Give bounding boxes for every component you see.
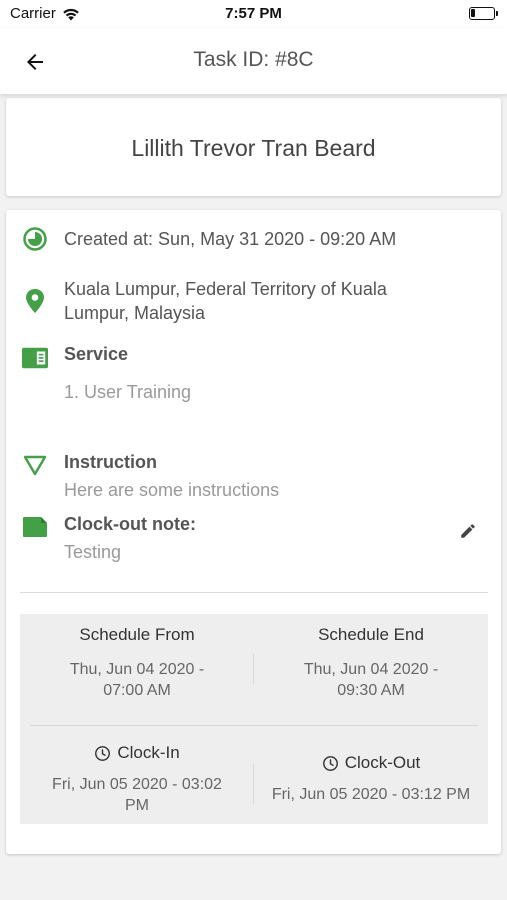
customer-card: Lillith Trevor Tran Beard [6, 98, 501, 196]
schedule-end-time: 09:30 AM [337, 682, 405, 699]
schedule-from-cell: Schedule From Thu, Jun 04 2020 - 07:00 A… [20, 624, 254, 701]
clock-in-header: Clock-In [20, 742, 254, 764]
schedule-panel: Schedule From Thu, Jun 04 2020 - 07:00 A… [20, 614, 488, 824]
clock-in-date: Fri, Jun 05 2020 - 03:02 [52, 776, 222, 793]
instruction-label: Instruction [64, 452, 157, 472]
customer-name: Lillith Trevor Tran Beard [131, 135, 376, 161]
clockout-note-row: Clock-out note: Testing [22, 512, 482, 564]
address-text: Kuala Lumpur, Federal Territory of Kuala… [64, 277, 387, 325]
schedule-end-value: Thu, Jun 04 2020 - 09:30 AM [254, 659, 488, 701]
schedule-end-date: Thu, Jun 04 2020 - [303, 661, 439, 678]
clock-icon [95, 745, 111, 761]
clock-in-cell: Clock-In Fri, Jun 05 2020 - 03:02 PM [20, 742, 254, 816]
service-label: Service [64, 344, 129, 364]
status-bar: Carrier 7:57 PM [0, 0, 507, 28]
address-line-2: Lumpur, Malaysia [64, 303, 206, 323]
schedule-end-cell: Schedule End Thu, Jun 04 2020 - 09:30 AM [254, 624, 488, 701]
address-line-1: Kuala Lumpur, Federal Territory of Kuala [64, 279, 387, 299]
section-divider [20, 592, 488, 593]
clock-out-cell: Clock-Out Fri, Jun 05 2020 - 03:12 PM [254, 752, 488, 805]
task-details-card: Created at: Sun, May 31 2020 - 09:20 AM … [6, 210, 501, 854]
status-time: 7:57 PM [225, 5, 282, 22]
schedule-from-value: Thu, Jun 04 2020 - 07:00 AM [20, 659, 254, 701]
schedule-row-divider [30, 725, 478, 726]
instruction-row: Instruction Here are some instructions [22, 450, 482, 502]
clockout-note-text: Testing [64, 542, 122, 562]
instruction-block: Instruction Here are some instructions [64, 450, 279, 502]
schedule-from-time: 07:00 AM [103, 682, 171, 699]
clock-icon [22, 226, 48, 252]
service-row: Service 1. User Training [22, 342, 482, 412]
created-row: Created at: Sun, May 31 2020 - 09:20 AM [22, 226, 482, 252]
clock-in-time: PM [125, 797, 149, 814]
app-bar: Task ID: #8C [0, 28, 507, 94]
clock-in-label: Clock-In [117, 743, 180, 762]
schedule-from-label: Schedule From [79, 625, 195, 644]
schedule-from-date: Thu, Jun 04 2020 - [69, 661, 205, 678]
service-block: Service 1. User Training [64, 342, 191, 404]
note-icon [22, 514, 48, 540]
instruction-text: Here are some instructions [64, 480, 280, 500]
instruction-triangle-icon [22, 452, 48, 478]
clock-out-value: Fri, Jun 05 2020 - 03:12 PM [271, 786, 471, 803]
address-row: Kuala Lumpur, Federal Territory of Kuala… [22, 277, 482, 327]
clock-out-header: Clock-Out [254, 752, 488, 774]
clock-out-label: Clock-Out [344, 753, 421, 772]
clock-icon [322, 755, 338, 771]
created-at-text: Created at: Sun, May 31 2020 - 09:20 AM [64, 229, 397, 249]
service-card-icon [22, 345, 48, 371]
schedule-end-label: Schedule End [318, 625, 424, 644]
clockout-note-block: Clock-out note: Testing [64, 512, 196, 564]
location-pin-icon [22, 288, 48, 314]
page-title: Task ID: #8C [193, 48, 314, 71]
service-item: 1. User Training [64, 382, 192, 402]
clock-in-value: Fri, Jun 05 2020 - 03:02 PM [20, 774, 254, 816]
battery-icon [469, 7, 498, 20]
clockout-note-label: Clock-out note: [64, 514, 196, 534]
edit-note-button[interactable] [457, 520, 479, 542]
edit-pencil-icon [461, 524, 475, 538]
